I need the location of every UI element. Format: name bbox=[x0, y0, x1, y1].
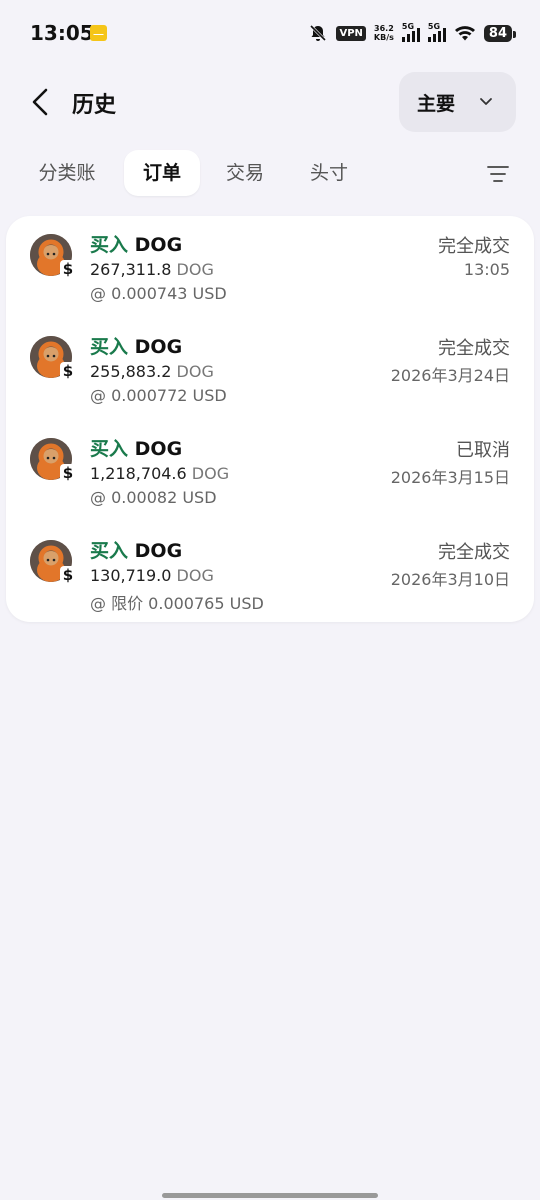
order-amount-value: 130,719.0 bbox=[90, 566, 172, 585]
order-row[interactable]: $ 买入 DOG 267,311.8 DOG @ 0.000743 USD 完全… bbox=[6, 216, 534, 318]
usd-quote-icon: $ bbox=[60, 260, 76, 278]
order-amount-unit: DOG bbox=[176, 260, 214, 279]
order-status: 完全成交 bbox=[438, 236, 510, 257]
order-side: 买入 bbox=[90, 540, 129, 562]
order-status: 完全成交 bbox=[438, 542, 510, 563]
status-time: 13:05 bbox=[30, 21, 94, 45]
order-title: 买入 DOG bbox=[90, 536, 182, 563]
order-date: 2026年3月24日 bbox=[390, 366, 510, 385]
signal-icon-sim1: 5G bbox=[401, 22, 420, 42]
tab-orders[interactable]: 订单 bbox=[124, 150, 200, 196]
back-arrow-icon[interactable] bbox=[26, 84, 58, 120]
vpn-badge: VPN bbox=[336, 25, 366, 41]
signal-icon-sim2: 5G bbox=[427, 22, 446, 42]
order-date: 2026年3月10日 bbox=[390, 570, 510, 589]
order-symbol: DOG bbox=[134, 540, 183, 562]
usd-quote-icon: $ bbox=[60, 464, 76, 482]
order-symbol: DOG bbox=[134, 234, 183, 256]
order-amount: 267,311.8 DOG bbox=[90, 260, 214, 279]
order-amount-value: 267,311.8 bbox=[90, 260, 172, 279]
order-price: @ 限价 0.000765 USD bbox=[90, 594, 264, 613]
order-row[interactable]: $ 买入 DOG 255,883.2 DOG @ 0.000772 USD 完全… bbox=[6, 318, 534, 420]
order-symbol: DOG bbox=[134, 336, 183, 358]
bell-muted-icon bbox=[310, 24, 327, 42]
order-row[interactable]: $ 买入 DOG 1,218,704.6 DOG @ 0.00082 USD 已… bbox=[6, 420, 534, 522]
order-side: 买入 bbox=[90, 234, 129, 256]
order-amount-value: 255,883.2 bbox=[90, 362, 172, 381]
status-icons: VPN 36.2 KB/s 5G 5G 84 bbox=[308, 22, 517, 44]
order-date: 2026年3月15日 bbox=[390, 468, 510, 487]
mail-notification-icon bbox=[90, 25, 107, 41]
order-side: 买入 bbox=[90, 336, 129, 358]
tab-ledger[interactable]: 分类账 bbox=[24, 150, 110, 196]
chevron-down-icon bbox=[480, 98, 492, 105]
network-speed-unit: KB/s bbox=[373, 33, 394, 42]
wifi-icon bbox=[454, 26, 475, 41]
page-title: 历史 bbox=[72, 93, 117, 118]
account-selector-button[interactable]: 主要 bbox=[399, 72, 516, 132]
order-amount-value: 1,218,704.6 bbox=[90, 464, 187, 483]
home-indicator[interactable] bbox=[162, 1193, 378, 1198]
battery-indicator: 84 bbox=[483, 24, 517, 42]
network-speed: 36.2 KB/s bbox=[374, 24, 394, 42]
orders-list: $ 买入 DOG 267,311.8 DOG @ 0.000743 USD 完全… bbox=[6, 216, 534, 622]
order-status: 已取消 bbox=[456, 440, 510, 461]
sim2-label: 5G bbox=[427, 22, 441, 31]
order-price: @ 0.00082 USD bbox=[90, 488, 217, 507]
order-symbol: DOG bbox=[134, 438, 183, 460]
order-amount-unit: DOG bbox=[176, 362, 214, 381]
order-amount: 1,218,704.6 DOG bbox=[90, 464, 229, 483]
order-price: @ 0.000772 USD bbox=[90, 386, 227, 405]
order-price: @ 0.000743 USD bbox=[90, 284, 227, 303]
order-title: 买入 DOG bbox=[90, 332, 182, 359]
network-speed-value: 36.2 bbox=[374, 24, 394, 33]
status-bar: 13:05 VPN 36.2 KB/s 5G 5G 84 bbox=[0, 0, 540, 68]
order-amount-unit: DOG bbox=[191, 464, 230, 483]
tab-trades[interactable]: 交易 bbox=[212, 150, 278, 196]
order-amount: 130,719.0 DOG bbox=[90, 566, 214, 585]
order-title: 买入 DOG bbox=[90, 230, 182, 257]
usd-quote-icon: $ bbox=[60, 362, 76, 380]
order-date: 13:05 bbox=[463, 260, 510, 279]
account-selector-label: 主要 bbox=[417, 92, 456, 115]
history-tabs: 分类账 订单 交易 头寸 bbox=[0, 150, 540, 198]
order-side: 买入 bbox=[90, 438, 129, 460]
order-history-screen: 13:05 VPN 36.2 KB/s 5G 5G 84 历史 主要 分类账 订… bbox=[0, 0, 540, 1200]
sim1-label: 5G bbox=[401, 22, 415, 31]
order-row[interactable]: $ 买入 DOG 130,719.0 DOG @ 限价 0.000765 USD… bbox=[6, 522, 534, 622]
order-amount: 255,883.2 DOG bbox=[90, 362, 214, 381]
filter-icon[interactable] bbox=[486, 162, 510, 186]
order-amount-unit: DOG bbox=[176, 566, 214, 585]
usd-quote-icon: $ bbox=[60, 566, 76, 584]
order-title: 买入 DOG bbox=[90, 434, 182, 461]
order-status: 完全成交 bbox=[438, 338, 510, 359]
tab-positions[interactable]: 头寸 bbox=[296, 150, 362, 196]
